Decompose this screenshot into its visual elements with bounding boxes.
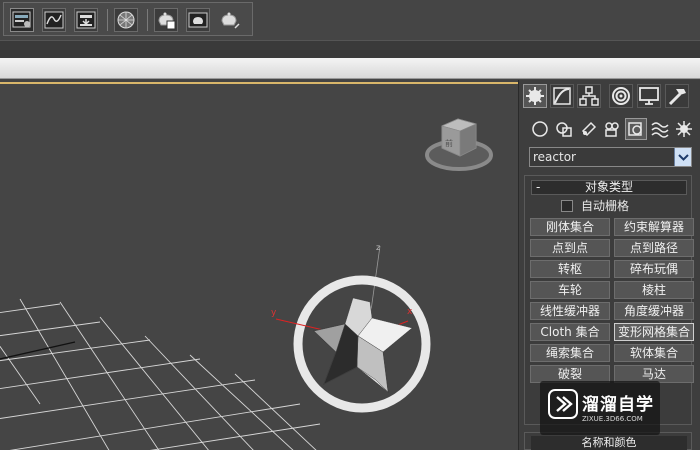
watermark: 溜溜自学 ZIXUE.3D66.COM [540, 381, 660, 435]
modify-tab[interactable] [550, 84, 574, 108]
view-cube-face-label: 前 [445, 138, 453, 148]
home-grid [0, 298, 321, 450]
object-type-button[interactable]: 刚体集合 [530, 218, 610, 236]
object-type-button[interactable]: 转枢 [530, 260, 610, 278]
cameras-category[interactable] [601, 118, 623, 140]
shapes-icon [556, 122, 572, 137]
object-type-button[interactable]: 线性缓冲器 [530, 302, 610, 320]
systems-icon [676, 121, 692, 137]
y-axis-label: y [271, 308, 277, 318]
category-dropdown-value: reactor [533, 150, 576, 164]
geometry-category[interactable] [529, 118, 551, 140]
toolbar-separator [107, 9, 108, 31]
scene-explorer-button[interactable] [10, 8, 34, 32]
hierarchy-tab-icon [579, 86, 599, 106]
category-dropdown[interactable]: reactor [529, 147, 692, 167]
render-production-button[interactable] [218, 8, 242, 32]
viewport-scene: z y x 前 [0, 118, 493, 450]
grid-axis-line [0, 341, 76, 360]
modify-tab-icon [553, 87, 571, 105]
object-type-button[interactable]: Cloth 集合 [530, 323, 610, 341]
watermark-url: ZIXUE.3D66.COM [582, 415, 643, 423]
geometry-icon [532, 121, 548, 137]
rollout2-header[interactable]: 名称和颜色 [531, 436, 687, 450]
chevron-down-icon [678, 154, 689, 161]
ribbon-strip [0, 40, 700, 58]
material-editor-button[interactable] [114, 8, 138, 32]
rollout-title: 对象类型 [584, 180, 633, 194]
curve-editor-icon [44, 11, 64, 29]
create-tab[interactable] [523, 84, 547, 108]
toolbar-separator [147, 9, 148, 31]
lights-icon [581, 121, 597, 137]
perspective-viewport[interactable]: z y x 前 [0, 82, 518, 450]
schematic-view-icon [76, 11, 96, 29]
shapes-category[interactable] [553, 118, 575, 140]
space-warps-category[interactable] [649, 118, 671, 140]
autogrid-label: 自动栅格 [581, 199, 630, 213]
3dsmax-window: z y x 前 reactor - 对象类型 自动栅格 刚体集合 约束解算器 点… [0, 0, 700, 450]
star-object[interactable] [313, 297, 413, 393]
x-axis-label: x [407, 307, 413, 317]
render-production-icon [221, 12, 240, 29]
utilities-tab-icon [668, 89, 686, 106]
render-setup-button[interactable] [154, 8, 178, 32]
object-type-button[interactable]: 角度缓冲器 [614, 302, 694, 320]
object-type-button[interactable]: 软体集合 [614, 344, 694, 362]
view-cube[interactable]: 前 [425, 118, 493, 171]
z-axis-label: z [376, 243, 380, 252]
object-type-button[interactable]: 约束解算器 [614, 218, 694, 236]
schematic-view-button[interactable] [74, 8, 98, 32]
toolbar-group [3, 2, 253, 36]
main-toolbar [0, 0, 700, 40]
material-editor-icon [117, 11, 135, 29]
autogrid-checkbox[interactable] [561, 200, 573, 212]
watermark-title: 溜溜自学 [582, 395, 654, 415]
hierarchy-tab[interactable] [577, 84, 601, 108]
helpers-category[interactable] [625, 118, 647, 140]
rollout2-title: 名称和颜色 [581, 436, 637, 449]
motion-tab-icon [612, 87, 630, 105]
object-type-button[interactable]: 车轮 [530, 281, 610, 299]
dropdown-arrow[interactable] [674, 148, 691, 166]
display-tab[interactable] [637, 84, 661, 108]
rollout-collapse-toggle[interactable]: - [536, 181, 540, 194]
systems-category[interactable] [673, 118, 695, 140]
rendered-frame-window-icon [188, 12, 208, 28]
object-type-button[interactable]: 碎布玩偶 [614, 260, 694, 278]
object-type-button[interactable]: 绳索集合 [530, 344, 610, 362]
object-type-button[interactable]: 点到路径 [614, 239, 694, 257]
create-tab-icon [526, 87, 544, 105]
object-type-button[interactable]: 棱柱 [614, 281, 694, 299]
helpers-icon [628, 122, 642, 136]
utilities-tab[interactable] [665, 84, 689, 108]
scene-explorer-icon [12, 11, 31, 28]
rendered-frame-window-button[interactable] [186, 8, 210, 32]
lights-category[interactable] [578, 118, 600, 140]
space-warps-icon [651, 122, 669, 138]
viewport-caption-bar [0, 58, 700, 79]
display-tab-icon [639, 87, 659, 105]
cameras-icon [605, 122, 619, 137]
motion-tab[interactable] [609, 84, 633, 108]
render-setup-icon [158, 12, 176, 30]
curve-editor-button[interactable] [42, 8, 66, 32]
object-type-button[interactable]: 变形网格集合 [614, 323, 694, 341]
rollout-header[interactable]: - 对象类型 [531, 180, 687, 195]
object-type-button[interactable]: 点到点 [530, 239, 610, 257]
watermark-logo-icon [548, 389, 578, 419]
